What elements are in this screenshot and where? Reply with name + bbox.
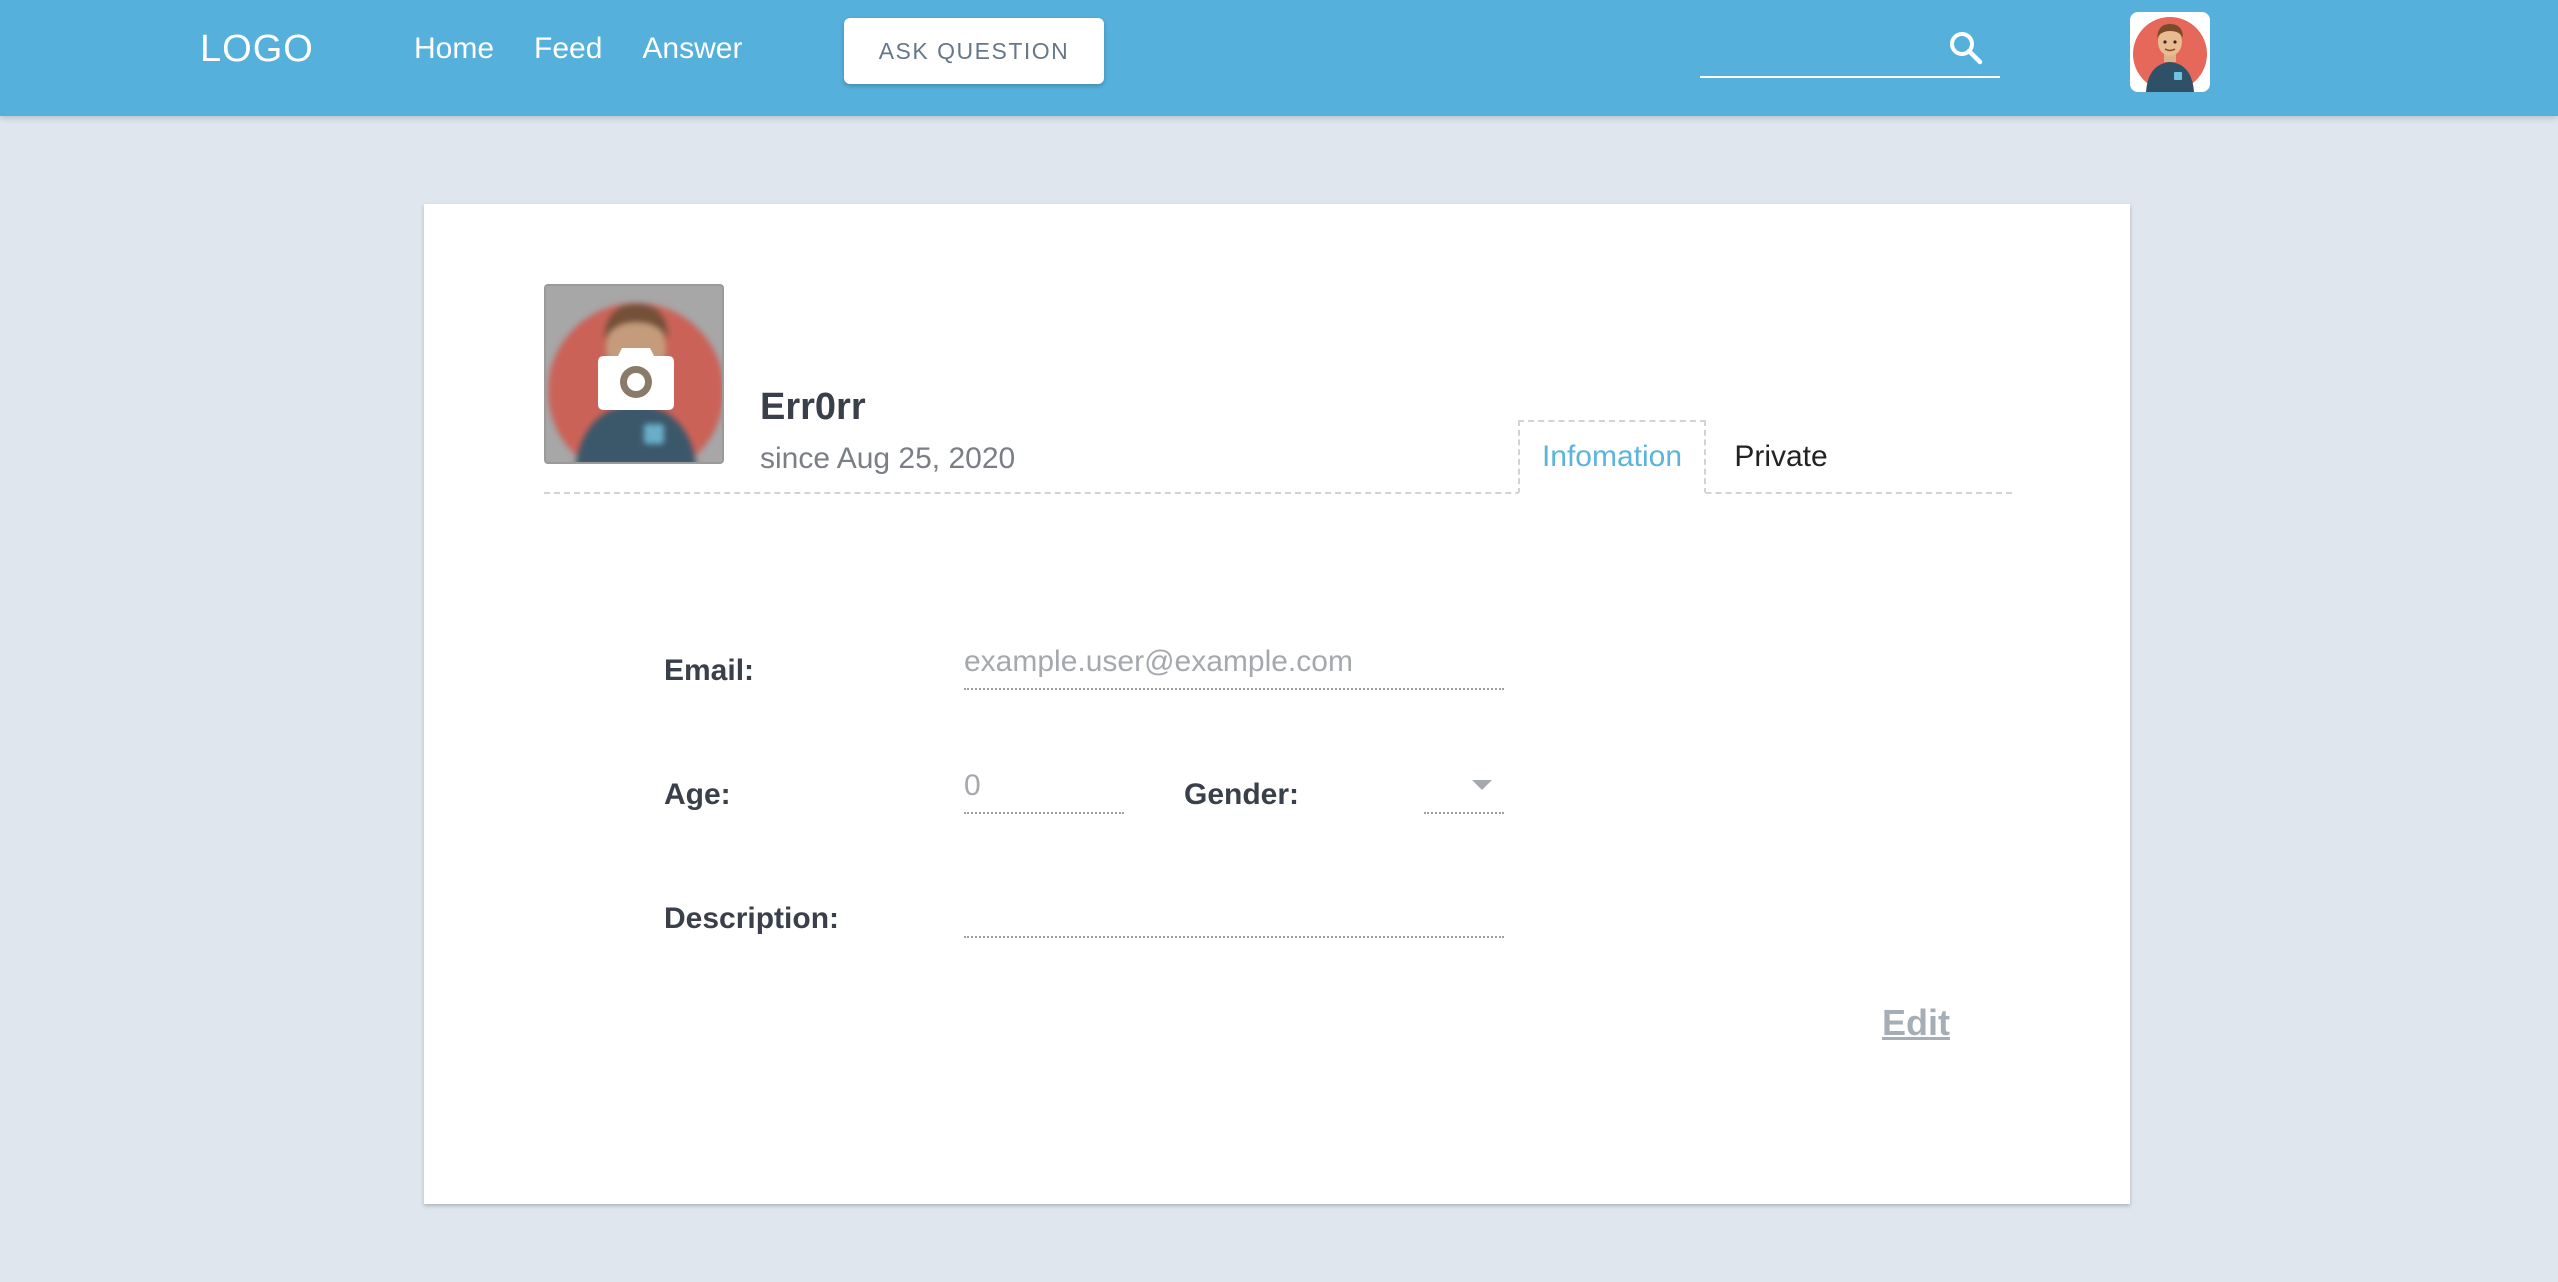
nav-feed-link[interactable]: Feed bbox=[534, 32, 602, 66]
profile-username: Err0rr bbox=[760, 386, 866, 428]
gender-select[interactable] bbox=[1424, 764, 1504, 814]
search-box bbox=[1700, 22, 2000, 78]
chevron-down-icon bbox=[1472, 780, 1492, 790]
profile-card: Err0rr since Aug 25, 2020 Infomation Pri… bbox=[424, 204, 2130, 1204]
profile-photo-upload[interactable] bbox=[544, 284, 724, 464]
top-navbar: LOGO Home Feed Answer ASK QUESTION bbox=[0, 0, 2558, 116]
email-field-wrap bbox=[964, 640, 1504, 690]
logo[interactable]: LOGO bbox=[200, 28, 314, 71]
email-field[interactable] bbox=[964, 640, 1504, 684]
age-field[interactable] bbox=[964, 764, 1124, 808]
nav-home-link[interactable]: Home bbox=[414, 32, 494, 66]
ask-question-button[interactable]: ASK QUESTION bbox=[844, 18, 1104, 84]
age-label: Age: bbox=[664, 778, 731, 811]
tab-private[interactable]: Private bbox=[1706, 420, 1856, 494]
age-field-wrap bbox=[964, 764, 1124, 814]
search-icon[interactable] bbox=[1946, 28, 1986, 68]
nav-answer-link[interactable]: Answer bbox=[642, 32, 742, 66]
description-field-wrap bbox=[964, 888, 1504, 938]
member-since: since Aug 25, 2020 bbox=[760, 442, 1016, 475]
email-label: Email: bbox=[664, 654, 755, 687]
description-field[interactable] bbox=[964, 888, 1504, 932]
gender-label: Gender: bbox=[1184, 778, 1300, 811]
edit-link[interactable]: Edit bbox=[1882, 1002, 1950, 1044]
user-avatar-button[interactable] bbox=[2130, 12, 2210, 92]
description-label: Description: bbox=[664, 902, 840, 935]
camera-icon bbox=[598, 348, 674, 410]
tab-information[interactable]: Infomation bbox=[1518, 420, 1706, 494]
user-avatar-icon bbox=[2133, 17, 2207, 92]
search-input[interactable] bbox=[1700, 28, 1940, 72]
main-nav: Home Feed Answer bbox=[414, 32, 742, 66]
